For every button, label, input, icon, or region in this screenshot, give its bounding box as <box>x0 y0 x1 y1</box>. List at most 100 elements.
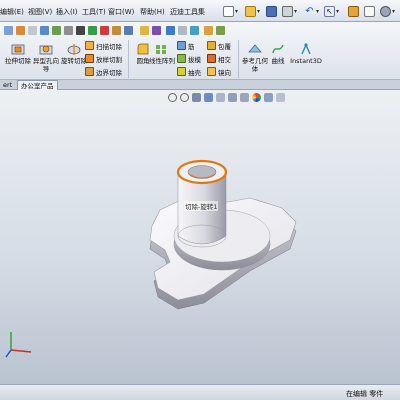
mirror-button[interactable]: 镜向 <box>207 66 231 77</box>
intersect-button[interactable]: 相交 <box>207 53 231 64</box>
toolbar-small-icon[interactable] <box>28 26 37 35</box>
options-button[interactable]: ▾ <box>380 4 395 18</box>
tab-ert[interactable]: ert <box>0 80 15 90</box>
menu-maidi-tools[interactable]: 迈迪工具集 <box>170 7 205 17</box>
intersect-label: 相交 <box>218 55 231 64</box>
shell-icon <box>177 67 186 76</box>
save-icon <box>266 5 277 17</box>
toolbar-small-icon[interactable] <box>64 26 73 35</box>
feature-callout-label: 切除-旋转1 <box>184 201 219 211</box>
boundary-cut-label: 边界切除 <box>96 68 122 77</box>
toolbar-small-icon[interactable] <box>216 26 225 35</box>
extrude-cut-button[interactable]: 拉伸切除 <box>3 42 33 65</box>
print-icon <box>282 5 293 17</box>
menu-insert[interactable]: 插入(I) <box>56 7 78 17</box>
gear-icon <box>380 5 391 17</box>
hole-wizard-label: 异型孔向导 <box>33 57 59 73</box>
status-editing-text: 在编辑 零件 <box>346 390 384 398</box>
boundary-cut-icon <box>85 67 94 76</box>
menu-tools[interactable]: 工具(T) <box>82 7 106 17</box>
dome-button[interactable]: 包覆 <box>207 40 231 51</box>
loft-cut-icon <box>85 54 94 63</box>
rib-label: 筋 <box>188 42 195 51</box>
file-properties-button[interactable] <box>364 4 375 18</box>
save-button[interactable] <box>266 4 277 18</box>
toolbar-small-icon[interactable] <box>152 26 161 35</box>
command-manager-tabs: ert 办公室产品 <box>0 80 400 90</box>
dropdown-arrow-icon: ▾ <box>235 7 239 15</box>
toolbar-small-icon[interactable] <box>76 26 85 35</box>
toolbar-small-icon[interactable] <box>112 26 121 35</box>
select-button[interactable]: ↖ ▾ <box>324 4 339 18</box>
toolbar-small-icon[interactable] <box>166 26 175 35</box>
menu-edit[interactable]: 编辑(E) <box>0 7 24 17</box>
folder-open-icon <box>245 5 256 17</box>
tab-office-products[interactable]: 办公室产品 <box>17 80 58 90</box>
toolbar-small-icon[interactable] <box>140 26 149 35</box>
toolbar-separator <box>238 40 239 78</box>
hole-wizard-icon <box>39 45 53 55</box>
status-bar: 在编辑 零件 <box>0 384 400 400</box>
menu-help[interactable]: 帮助(H) <box>140 7 165 17</box>
triad-x-axis <box>10 349 32 353</box>
print-button[interactable]: ▾ <box>282 4 297 18</box>
toolbar-small-icon[interactable] <box>88 26 97 35</box>
dropdown-arrow-icon: ▾ <box>257 7 261 15</box>
dome-label: 包覆 <box>218 42 231 51</box>
toolbar-small-icon[interactable] <box>40 26 49 35</box>
revolve-cut-label: 旋转切除 <box>61 57 87 65</box>
loft-cut-label: 放样切割 <box>96 55 122 64</box>
sweep-cut-label: 扫描切除 <box>96 42 122 51</box>
sweep-cut-icon <box>85 41 94 50</box>
cursor-icon: ↖ <box>324 5 335 17</box>
shell-button[interactable]: 抽壳 <box>177 66 201 77</box>
instant3d-button[interactable]: Instant3D <box>289 42 323 65</box>
dropdown-arrow-icon: ▾ <box>316 7 320 15</box>
file-properties-icon <box>364 5 375 17</box>
loft-cut-button[interactable]: 放样切割 <box>85 53 122 64</box>
rib-button[interactable]: 筋 <box>177 40 195 51</box>
curves-icon <box>272 44 284 54</box>
instant3d-icon <box>301 43 311 55</box>
draft-button[interactable]: 拔模 <box>177 53 201 64</box>
instant3d-label: Instant3D <box>290 57 322 65</box>
rebuild-button[interactable] <box>348 4 359 18</box>
undo-icon: ↶ <box>305 5 314 17</box>
draft-icon <box>177 54 186 63</box>
toolbar-small-icon[interactable] <box>100 26 109 35</box>
hole-wizard-button[interactable]: 异型孔向导 <box>31 42 61 73</box>
graphics-viewport[interactable]: 切除-旋转1 <box>0 90 400 384</box>
curves-label: 曲线 <box>271 57 285 65</box>
dropdown-arrow-icon: ▾ <box>336 7 340 15</box>
menu-window[interactable]: 窗口(W) <box>108 7 134 17</box>
sweep-cut-button[interactable]: 扫描切除 <box>85 40 122 51</box>
toolbar-small-icon[interactable] <box>52 26 61 35</box>
linear-pattern-button[interactable]: 线性阵列 <box>147 42 177 65</box>
extrude-cut-icon <box>11 44 25 55</box>
triad-z-axis <box>5 349 12 358</box>
toolbar-small-icon[interactable] <box>16 26 25 35</box>
part-model[interactable] <box>0 90 400 384</box>
toolbar-small-icon[interactable] <box>190 26 199 35</box>
toolbar-small-icon[interactable] <box>178 26 187 35</box>
revolve-cut-icon <box>67 44 81 55</box>
open-button[interactable]: ▾ <box>245 4 260 18</box>
intersect-icon <box>207 54 216 63</box>
toolbar-small-icon[interactable] <box>124 26 133 35</box>
dropdown-arrow-icon: ▾ <box>392 7 396 15</box>
extrude-cut-label: 拉伸切除 <box>5 57 31 65</box>
menu-view[interactable]: 视图(V) <box>28 7 52 17</box>
undo-button[interactable]: ↶ ▾ <box>304 4 319 18</box>
shell-label: 抽壳 <box>188 68 201 77</box>
dropdown-arrow-icon: ▾ <box>294 7 298 15</box>
new-document-button[interactable]: ▾ <box>223 4 238 18</box>
boundary-cut-button[interactable]: 边界切除 <box>85 66 122 77</box>
new-document-icon <box>223 5 234 17</box>
menu-bar: 编辑(E) 视图(V) 插入(I) 工具(T) 窗口(W) 帮助(H) 迈迪工具… <box>0 0 400 22</box>
mirror-label: 镜向 <box>218 68 231 77</box>
linear-pattern-icon <box>156 45 166 54</box>
toolbar-small-icon[interactable] <box>204 26 213 35</box>
shaft-bore <box>187 165 217 179</box>
toolbar-small-icon[interactable] <box>4 26 13 35</box>
rebuild-icon <box>348 5 359 17</box>
